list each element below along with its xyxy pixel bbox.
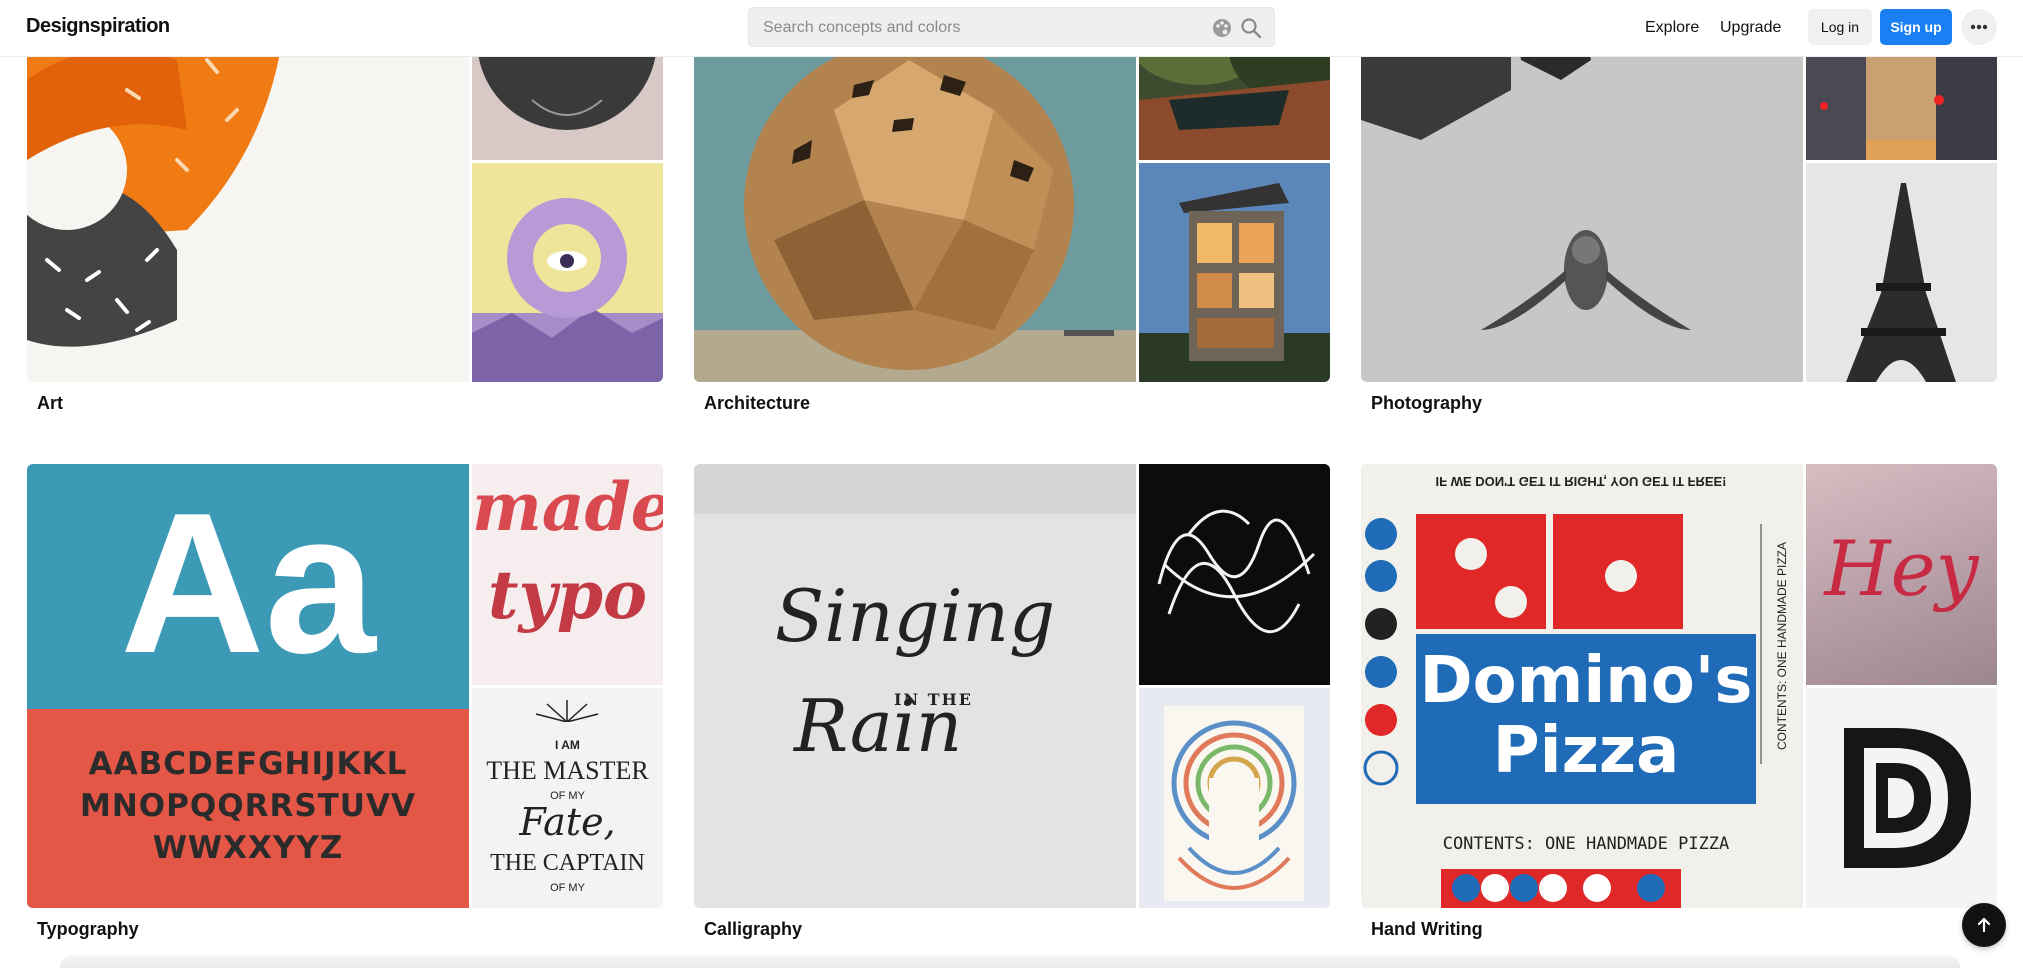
made-text: made (472, 468, 663, 546)
poster-line-4: Fate, (519, 800, 616, 844)
pizza-side-text: CONTENTS: ONE HANDMADE PIZZA (1775, 542, 1789, 751)
handwriting-hey-image[interactable]: Hey (1806, 464, 1997, 685)
typography-alphabet-line-1: AABCDEFGHIJKKL (88, 746, 408, 782)
typography-aa-image[interactable]: Aa AABCDEFGHIJKKL MNOPQQRRSTUVV WWXXYYZ (27, 464, 469, 908)
more-menu-button[interactable] (1961, 9, 1997, 45)
collection-label-calligraphy[interactable]: Calligraphy (704, 919, 802, 940)
collection-label-typography[interactable]: Typography (37, 919, 139, 940)
architecture-dome-image[interactable] (694, 0, 1136, 382)
architecture-house-image[interactable] (1139, 163, 1330, 382)
calligraphy-blackletter-image[interactable] (1139, 464, 1330, 685)
calligraphy-line-1: Singing (774, 574, 1056, 658)
calligraphy-line-3: Rain (794, 684, 963, 768)
typo-text: typo (487, 556, 647, 634)
collection-card-architecture[interactable]: Architecture (694, 0, 1330, 420)
nav-upgrade-link[interactable]: Upgrade (1720, 19, 1781, 37)
color-palette-icon[interactable] (1212, 18, 1232, 38)
poster-line-5: THE CAPTAIN (490, 850, 645, 876)
hey-text: Hey (1824, 524, 1979, 613)
scroll-to-top-button[interactable] (1962, 903, 2006, 947)
poster-line-2: THE MASTER (486, 756, 649, 785)
collection-card-typography[interactable]: Aa AABCDEFGHIJKKL MNOPQQRRSTUVV WWXXYYZ … (27, 464, 663, 944)
login-button[interactable]: Log in (1808, 9, 1872, 45)
art-donut-image[interactable] (27, 0, 469, 382)
search-input[interactable] (763, 17, 1203, 39)
search-bar[interactable] (748, 7, 1275, 47)
more-dots-icon (1970, 24, 1988, 30)
art-eye-image[interactable] (472, 163, 663, 382)
collection-label-photography[interactable]: Photography (1371, 393, 1482, 414)
photography-eiffel-image[interactable] (1806, 163, 1997, 382)
collection-label-hand-writing[interactable]: Hand Writing (1371, 919, 1483, 940)
collection-card-art[interactable]: Art (27, 0, 663, 420)
collection-label-art[interactable]: Art (37, 393, 63, 414)
nav-explore-link[interactable]: Explore (1645, 19, 1699, 37)
photography-shark-image[interactable] (1361, 0, 1803, 382)
collection-label-architecture[interactable]: Architecture (704, 393, 810, 414)
typography-madetypo-image[interactable]: made typo (472, 464, 663, 685)
top-nav-bar: Designspiration Explore Upgrade Log in S… (0, 0, 2023, 57)
poster-line-6: OF MY (550, 882, 585, 894)
bottom-fade (60, 955, 1960, 968)
calligraphy-singing-image[interactable]: Singing IN THE Rain (694, 464, 1136, 908)
site-logo[interactable]: Designspiration (26, 15, 170, 38)
collection-card-hand-writing[interactable]: IF WE DON'T GET IT RIGHT, YOU GET IT FRE… (1361, 464, 1997, 944)
arrow-up-icon (1977, 917, 1991, 933)
handwriting-pizza-box-image[interactable]: IF WE DON'T GET IT RIGHT, YOU GET IT FRE… (1361, 464, 1803, 908)
pizza-contents-text: CONTENTS: ONE HANDMADE PIZZA (1442, 834, 1730, 854)
pizza-line-1: Domino's (1419, 644, 1753, 718)
collection-card-calligraphy[interactable]: Singing IN THE Rain Calligraphy (694, 464, 1330, 944)
calligraphy-colorwheel-image[interactable] (1139, 688, 1330, 908)
collection-card-photography[interactable]: Photography (1361, 0, 1997, 420)
typography-aa-text: Aa (120, 472, 376, 695)
poster-line-1: I AM (555, 738, 580, 752)
search-icon[interactable] (1240, 17, 1262, 39)
typography-alphabet-line-3: WWXXYYZ (152, 830, 344, 866)
signup-button[interactable]: Sign up (1880, 9, 1952, 45)
handwriting-d-letter-image[interactable] (1806, 688, 1997, 908)
typography-poster-image[interactable]: I AM THE MASTER OF MY Fate, THE CAPTAIN … (472, 688, 663, 908)
pizza-line-2: Pizza (1492, 714, 1680, 788)
typography-alphabet-line-2: MNOPQQRRSTUVV (80, 788, 416, 824)
